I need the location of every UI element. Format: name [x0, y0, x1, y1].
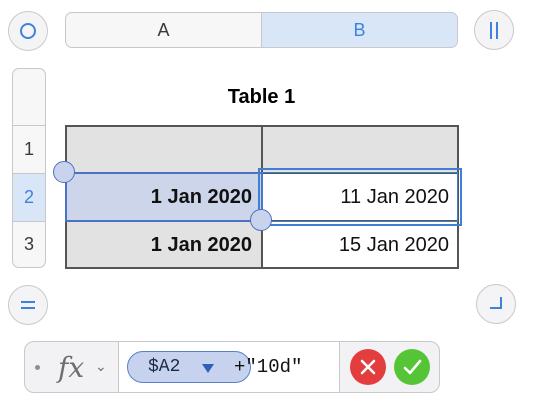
grid-line: [65, 125, 67, 269]
range-handle-bottom-right[interactable]: [250, 209, 272, 231]
row-header-1-label: 1: [23, 139, 34, 159]
accept-button[interactable]: [394, 349, 430, 385]
freeze-rows-icon: [9, 286, 49, 326]
resize-table-icon: [490, 297, 502, 309]
cell-b3[interactable]: 15 Jan 2020: [262, 221, 459, 269]
cell-a3[interactable]: 1 Jan 2020: [65, 221, 262, 269]
accept-icon: [403, 359, 422, 375]
cell-b1[interactable]: [262, 125, 459, 173]
grid-line: [457, 125, 459, 269]
row-header-2[interactable]: 2: [13, 174, 45, 221]
fx-label[interactable]: fx: [58, 351, 84, 384]
table-title[interactable]: Table 1: [65, 86, 458, 109]
row-header-2-label: 2: [23, 187, 34, 207]
cell-a1[interactable]: [65, 125, 262, 173]
column-header-a-label: A: [157, 19, 170, 40]
column-header-b[interactable]: B: [261, 13, 457, 47]
grid-line: [261, 125, 263, 269]
cell-b2[interactable]: 11 Jan 2020: [262, 173, 459, 221]
column-header-bar: A B: [65, 12, 458, 48]
cancel-button[interactable]: [350, 349, 386, 385]
formula-text[interactable]: +"10d": [234, 356, 302, 378]
row-header-3-label: 3: [23, 234, 34, 254]
column-header-b-label: B: [353, 19, 366, 40]
select-table-icon: [20, 23, 36, 39]
row-header-blank[interactable]: [13, 69, 45, 125]
freeze-columns-icon: [475, 11, 515, 51]
range-handle-top-left[interactable]: [53, 161, 75, 183]
cell-reference-token[interactable]: $A2: [127, 351, 251, 383]
freeze-rows-button[interactable]: [8, 285, 48, 325]
resize-table-button[interactable]: [476, 284, 516, 324]
column-header-a[interactable]: A: [66, 13, 261, 47]
row-header-bar: 1 2 3: [12, 68, 46, 268]
formula-bar: fx ⌄ $A2 +"10d": [24, 341, 440, 393]
freeze-columns-button[interactable]: [474, 10, 514, 50]
chevron-down-icon[interactable]: ⌄: [95, 358, 107, 375]
cell-reference-token-text: $A2: [148, 357, 181, 377]
cell-a2[interactable]: 1 Jan 2020: [65, 173, 262, 221]
divider: [339, 342, 340, 392]
drag-dot-icon[interactable]: [35, 365, 40, 370]
cancel-icon: [360, 359, 376, 375]
triangle-down-icon[interactable]: [202, 364, 214, 373]
select-table-button[interactable]: [8, 11, 48, 51]
row-header-3[interactable]: 3: [13, 222, 45, 267]
row-header-1[interactable]: 1: [13, 126, 45, 173]
table: 1 Jan 2020 11 Jan 2020 1 Jan 2020 15 Jan…: [53, 125, 462, 269]
